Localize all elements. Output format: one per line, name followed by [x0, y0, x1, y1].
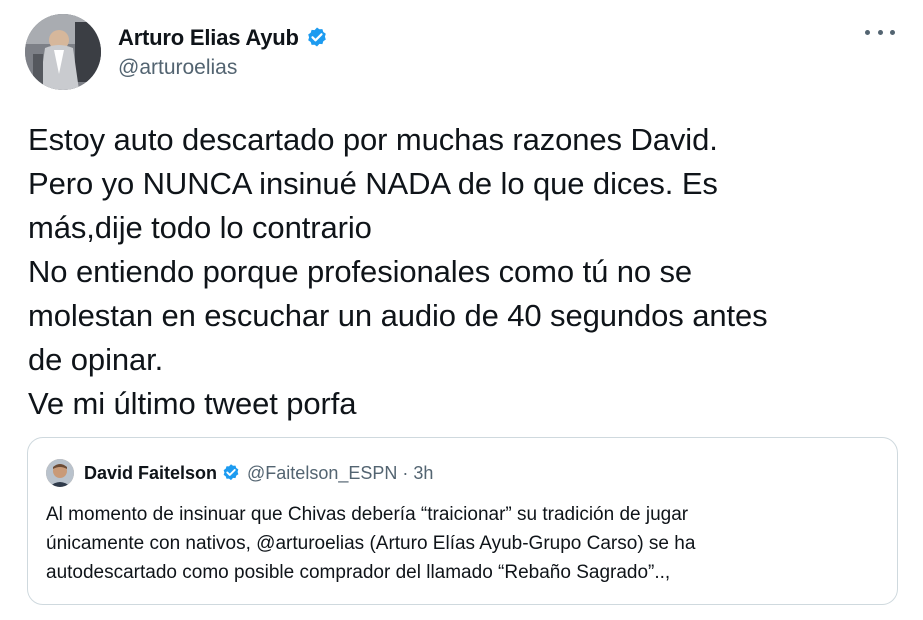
tweet-card: Arturo Elias Ayub @arturoelias Estoy aut…	[0, 0, 923, 620]
more-dot	[865, 29, 870, 35]
more-dot	[890, 29, 895, 35]
tweet-text: Estoy auto descartado por muchas razones…	[28, 118, 898, 426]
separator-dot: ·	[402, 462, 409, 483]
verified-badge-icon	[305, 26, 329, 50]
author-handle[interactable]: @arturoelias	[118, 56, 329, 80]
tweet-text-line: molestan en escuchar un audio de 40 segu…	[28, 298, 768, 333]
quoted-text-line: Al momento de insinuar que Chivas deberí…	[46, 504, 689, 525]
tweet-text-line: más,dije todo lo contrario	[28, 210, 372, 245]
quoted-author-avatar[interactable]	[46, 459, 74, 487]
quoted-tweet-header: David Faitelson @Faitelson_ESPN · 3h	[46, 458, 879, 488]
tweet-text-line: Pero yo NUNCA insinué NADA de lo que dic…	[28, 166, 718, 201]
quoted-tweet-text: Al momento de insinuar que Chivas deberí…	[46, 500, 879, 587]
author-avatar[interactable]	[25, 14, 101, 90]
quoted-author-handle[interactable]: @Faitelson_ESPN	[247, 463, 397, 484]
author-name[interactable]: Arturo Elias Ayub	[118, 25, 299, 51]
author-name-row: Arturo Elias Ayub	[118, 24, 329, 52]
quoted-author-name[interactable]: David Faitelson	[84, 463, 217, 484]
more-options-icon[interactable]	[865, 22, 895, 42]
tweet-text-line: Ve mi último tweet porfa	[28, 386, 357, 421]
quoted-text-line: autodescartado como posible comprador de…	[46, 562, 671, 583]
more-dot	[877, 29, 883, 35]
quoted-avatar-photo-icon	[46, 459, 74, 487]
quoted-tweet-card[interactable]: David Faitelson @Faitelson_ESPN · 3h Al …	[27, 437, 898, 605]
tweet-text-line: de opinar.	[28, 342, 164, 377]
quoted-verified-badge-icon	[221, 463, 241, 483]
tweet-text-line: No entiendo porque profesionales como tú…	[28, 254, 693, 289]
quoted-text-line: únicamente con nativos, @arturoelias (Ar…	[46, 533, 696, 554]
avatar-photo-icon	[25, 14, 101, 90]
tweet-text-line: Estoy auto descartado por muchas razones…	[28, 122, 718, 157]
author-block: Arturo Elias Ayub @arturoelias	[118, 24, 329, 80]
quoted-timestamp[interactable]: 3h	[413, 463, 433, 484]
